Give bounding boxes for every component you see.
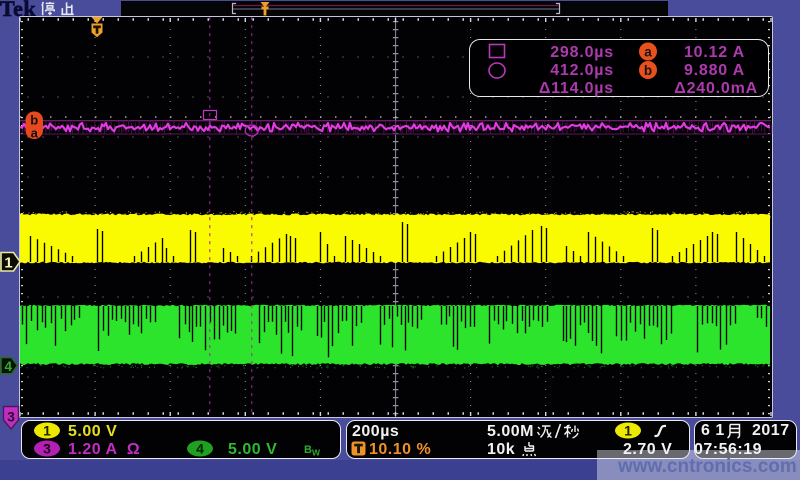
svg-text:4: 4 bbox=[4, 359, 12, 374]
svg-text:3: 3 bbox=[43, 441, 51, 457]
svg-text:B: B bbox=[304, 444, 312, 456]
svg-text:b: b bbox=[644, 63, 652, 78]
svg-text:4: 4 bbox=[196, 441, 204, 457]
svg-text:a: a bbox=[644, 45, 652, 60]
svg-text:1: 1 bbox=[43, 423, 51, 439]
svg-text:a: a bbox=[31, 126, 39, 141]
svg-text:1: 1 bbox=[4, 255, 12, 272]
svg-text:W: W bbox=[312, 448, 321, 458]
svg-text:3: 3 bbox=[7, 409, 15, 425]
svg-text:1: 1 bbox=[624, 423, 632, 439]
